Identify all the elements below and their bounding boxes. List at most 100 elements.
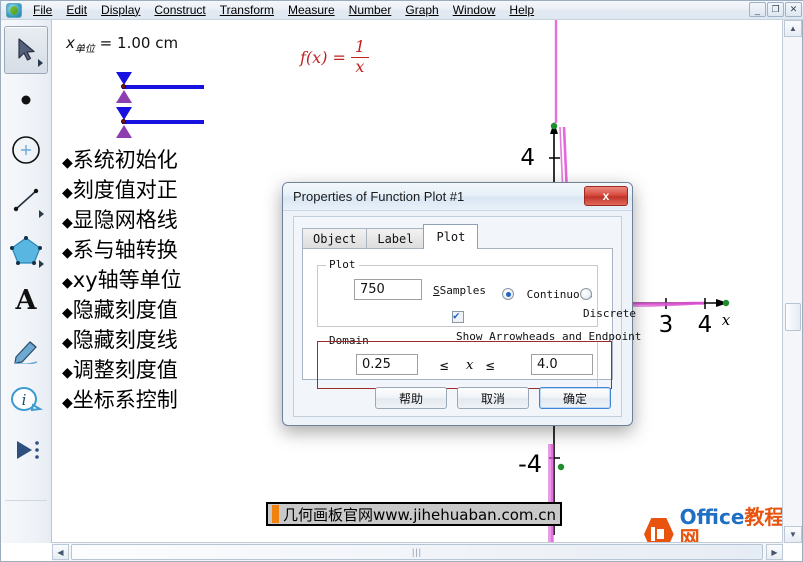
vertical-scroll-thumb[interactable] (785, 303, 801, 331)
scroll-up-arrow[interactable]: ▲ (784, 20, 802, 37)
dialog-close-button[interactable]: x (584, 186, 628, 206)
arrow-select-tool[interactable] (4, 26, 48, 74)
menu-help-label: Help (509, 2, 535, 17)
slider-bar (122, 85, 204, 89)
marker-pen-icon (14, 341, 38, 364)
y-axis-negative-point (557, 463, 565, 471)
menu-help[interactable]: Help (502, 2, 541, 19)
x-label-3: 3 (659, 312, 674, 338)
action-item-5[interactable]: ◆隐藏刻度值 (62, 297, 182, 327)
help-button[interactable]: 帮助 (375, 387, 447, 409)
scroll-down-arrow[interactable]: ▼ (784, 526, 802, 543)
compass-circle-tool[interactable] (4, 126, 48, 174)
tab-plot[interactable]: Plot (423, 224, 479, 249)
action-item-2[interactable]: ◆显隐网格线 (62, 207, 182, 237)
slider-up-triangle-icon[interactable] (116, 72, 132, 85)
point-tool[interactable] (4, 76, 48, 124)
menu-measure-label: Measure (287, 2, 335, 17)
diamond-bullet-icon: ◆ (62, 155, 73, 171)
x-unit-measurement[interactable]: x单位 = 1.00 cm (66, 34, 178, 55)
action-item-7[interactable]: ◆调整刻度值 (62, 357, 182, 387)
restore-button[interactable]: ❐ (767, 2, 784, 17)
orange-bar-icon (272, 505, 279, 523)
slider-up-triangle-icon[interactable] (116, 107, 132, 120)
function-formula[interactable]: f(x) = 1 x (300, 38, 369, 76)
formula-equals: = (332, 48, 346, 68)
domain-op-left: ≤ (440, 358, 449, 374)
domain-max-input[interactable]: 4.0 (531, 354, 593, 375)
window-controls: _ ❐ ✕ (749, 2, 802, 17)
office-hexagon-icon (644, 517, 674, 543)
info-balloon-icon: i (11, 387, 43, 412)
diamond-bullet-icon: ◆ (62, 185, 73, 201)
action-item-8[interactable]: ◆坐标系控制 (62, 387, 182, 417)
menu-graph-label: Graph (405, 2, 439, 17)
action-item-7-label: 调整刻度值 (72, 358, 178, 382)
menu-transform-label: Transform (219, 2, 274, 17)
action-item-6[interactable]: ◆隐藏刻度线 (62, 327, 182, 357)
scroll-left-arrow[interactable]: ◀ (52, 544, 69, 560)
slider-knob[interactable] (121, 119, 126, 124)
diamond-bullet-icon: ◆ (62, 215, 73, 231)
function-plot-properties-dialog[interactable]: Properties of Function Plot #1 x Object … (282, 182, 641, 426)
arrowheads-checkbox[interactable] (452, 309, 464, 323)
menu-window[interactable]: Window (446, 2, 503, 19)
menu-file[interactable]: File (26, 2, 59, 19)
menu-number[interactable]: Number (342, 2, 399, 19)
slider-bar (122, 120, 204, 124)
dialog-title-bar[interactable]: Properties of Function Plot #1 x (283, 183, 632, 211)
menu-construct[interactable]: Construct (147, 2, 212, 19)
scroll-right-arrow[interactable]: ▶ (766, 544, 783, 560)
formula-fraction: 1 x (350, 38, 369, 76)
action-item-0-label: 系统初始化 (72, 148, 178, 172)
straightedge-line-tool[interactable] (4, 176, 48, 224)
samples-input[interactable]: 750 (354, 279, 422, 300)
menu-transform[interactable]: Transform (213, 2, 281, 19)
slider-knob[interactable] (121, 84, 126, 89)
site-watermark-text: 几何画板官网www.jihehuaban.com.cn (283, 505, 557, 524)
slider-down-triangle-icon[interactable] (116, 125, 132, 138)
close-button[interactable]: ✕ (785, 2, 802, 17)
circle-icon (12, 136, 40, 164)
menu-measure[interactable]: Measure (281, 2, 342, 19)
custom-tool[interactable] (4, 426, 48, 474)
cancel-button[interactable]: 取消 (457, 387, 529, 409)
menu-number-label: Number (348, 2, 392, 17)
menu-graph[interactable]: Graph (398, 2, 445, 19)
ok-button[interactable]: 确定 (539, 387, 611, 409)
tab-label[interactable]: Label (366, 228, 425, 249)
arrowheads-checkbox-wrap[interactable]: Show Arrowheads and Endpoint (452, 306, 641, 344)
plot-group-legend: Plot (326, 258, 359, 271)
menu-edit-label: Edit (66, 2, 88, 17)
action-item-6-label: 隐藏刻度线 (72, 328, 178, 352)
polygon-tool[interactable] (4, 226, 48, 274)
minimize-button[interactable]: _ (749, 2, 766, 17)
action-item-1[interactable]: ◆刻度值对正 (62, 177, 182, 207)
x-unit-equals: = (99, 34, 113, 52)
menu-edit[interactable]: Edit (59, 2, 94, 19)
samples-label-text: Samples (439, 284, 486, 297)
discrete-radio[interactable] (580, 288, 592, 300)
menu-display[interactable]: Display (94, 2, 147, 19)
arrow-cursor-icon (18, 38, 35, 61)
action-item-0[interactable]: ◆系统初始化 (62, 147, 182, 177)
text-tool[interactable]: A (4, 276, 48, 324)
slider-down-triangle-icon[interactable] (116, 90, 132, 103)
horizontal-scrollbar[interactable]: ◀ ||| ▶ (52, 542, 783, 561)
x-unit-value: 1.00 cm (117, 34, 179, 52)
tab-object[interactable]: Object (302, 228, 368, 249)
action-item-4[interactable]: ◆xy轴等单位 (62, 267, 182, 297)
continuous-radio[interactable] (502, 288, 514, 300)
tool-palette: A i (1, 20, 52, 543)
office-logo-text: Office教程网 www.office26.com (680, 507, 783, 544)
vertical-scrollbar[interactable]: ▲ ▼ (782, 20, 802, 543)
scroll-thumb-grip: ||| (411, 547, 422, 557)
information-tool[interactable]: i (4, 376, 48, 424)
site-watermark: 几何画板官网www.jihehuaban.com.cn (266, 502, 563, 526)
text-tool-label: A (15, 284, 37, 316)
action-item-8-label: 坐标系控制 (72, 388, 178, 412)
marker-pen-tool[interactable] (4, 326, 48, 374)
horizontal-scroll-thumb[interactable]: ||| (71, 544, 763, 560)
domain-min-input[interactable]: 0.25 (356, 354, 418, 375)
action-item-3[interactable]: ◆系与轴转换 (62, 237, 182, 267)
